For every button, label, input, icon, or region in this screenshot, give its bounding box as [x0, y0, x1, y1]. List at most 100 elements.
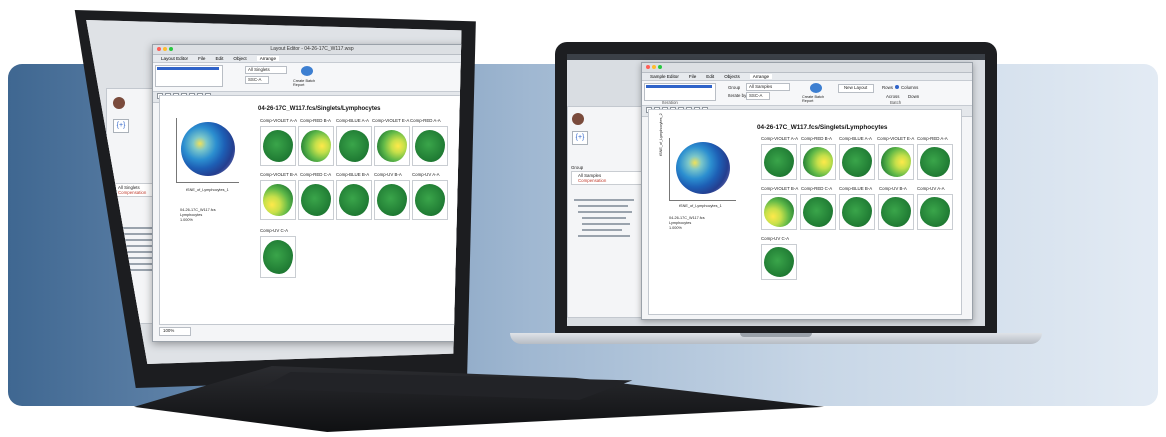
panel-label: Comp-RED B-A — [801, 136, 832, 141]
plot-panel[interactable] — [878, 194, 914, 230]
plot-panel[interactable] — [800, 144, 836, 180]
tree-item-compensation[interactable]: Compensation — [578, 178, 606, 183]
plot-panel[interactable] — [761, 244, 797, 280]
group-label: Group — [728, 85, 741, 90]
tab-sample-editor[interactable]: Sample Editor — [650, 74, 679, 79]
zoom-icon[interactable] — [658, 65, 662, 69]
tab-file[interactable]: File — [689, 74, 696, 79]
layout-page: 04-26-17C_W117.fcs/Singlets/Lymphocytes … — [648, 109, 962, 315]
panel-label: Comp-VIOLET A-A — [761, 136, 799, 141]
zoom-icon[interactable] — [169, 47, 173, 51]
right-laptop-notch — [740, 333, 812, 337]
iterate-select[interactable]: SSC-A — [248, 77, 261, 82]
window-title: Layout Editor - 04-26-17C_W117.wsp — [270, 46, 354, 52]
plot-panel[interactable] — [298, 180, 334, 220]
panel-label: Comp-BLUE B-A — [336, 172, 370, 177]
plot-panel[interactable] — [800, 194, 836, 230]
panel-label: Comp-UV C-A — [260, 228, 289, 233]
section-label-batch: Batch — [890, 100, 902, 105]
panel-label: Comp-RED C-A — [801, 186, 833, 191]
plot-title: 04-26-17C_W117.fcs/Singlets/Lymphocytes — [757, 124, 888, 131]
columns-label[interactable]: Columns — [901, 85, 918, 90]
plot-panel[interactable] — [839, 144, 875, 180]
down-label[interactable]: Down — [908, 94, 919, 99]
tsne-plot[interactable] — [176, 118, 239, 183]
tab-object[interactable]: Object — [233, 56, 246, 61]
y-axis-label: tSNE_of_Lymphocytes_2 — [659, 113, 663, 156]
x-axis-label: tSNE_of_Lymphocytes_1 — [679, 204, 722, 208]
left-laptop-screen: {+} All Singlets Compensation Layout Edi… — [86, 20, 462, 364]
rows-radio[interactable] — [895, 85, 899, 89]
group-select[interactable]: All Samples — [749, 84, 772, 89]
plot-panel[interactable] — [260, 126, 296, 166]
layout-editor-window: Layout Editor - 04-26-17C_W117.wsp Layou… — [152, 44, 462, 342]
panel-label: Comp-RED C-A — [300, 172, 332, 177]
plot-panel[interactable] — [917, 144, 953, 180]
panel-label: Comp-RED A-A — [917, 136, 948, 141]
batch-report-icon[interactable] — [810, 83, 822, 93]
tsne-cluster — [181, 122, 235, 176]
tab-arrange[interactable]: Arrange — [256, 56, 280, 61]
plot-panel[interactable] — [839, 194, 875, 230]
panel-label: Comp-RED B-A — [300, 118, 331, 123]
tab-file[interactable]: File — [198, 56, 205, 61]
panel-label: Comp-UV B-A — [374, 172, 402, 177]
batch-report-icon[interactable] — [301, 66, 313, 76]
plot-panel[interactable] — [336, 126, 372, 166]
tab-layout-editor[interactable]: Layout Editor — [161, 56, 188, 61]
ribbon-tabs: Layout Editor File Edit Object Arrange — [153, 55, 462, 63]
panel-label: Comp-UV B-A — [879, 186, 907, 191]
iterate-select[interactable]: SSC-A — [749, 93, 762, 98]
plot-panel[interactable] — [336, 180, 372, 220]
plot-panel[interactable] — [412, 180, 448, 220]
plot-panel[interactable] — [878, 144, 914, 180]
section-label: Iteration — [662, 100, 678, 105]
tab-objects[interactable]: Objects — [724, 74, 740, 79]
panel-label: Comp-UV A-A — [917, 186, 945, 191]
plot-panel[interactable] — [298, 126, 334, 166]
selected-layout-row[interactable] — [646, 85, 712, 88]
batch-report-label[interactable]: Create Batch Report — [802, 95, 832, 103]
panel-label: Comp-RED A-A — [410, 118, 441, 123]
panel-label: Comp-BLUE B-A — [839, 186, 873, 191]
minimize-icon[interactable] — [163, 47, 167, 51]
group-select[interactable]: All Singlets — [248, 67, 270, 72]
new-layout-button[interactable]: New Layout — [844, 85, 867, 90]
window-titlebar — [642, 63, 972, 73]
plot-panel[interactable] — [260, 180, 296, 220]
close-icon[interactable] — [157, 47, 161, 51]
panel-label: Comp-VIOLET B-A — [260, 172, 298, 177]
plot-panel[interactable] — [374, 180, 410, 220]
plot-panel[interactable] — [761, 194, 797, 230]
equation-icon[interactable]: {+} — [113, 119, 129, 133]
tsne-plot[interactable] — [669, 138, 736, 201]
layout-list[interactable] — [644, 83, 716, 101]
avatar — [113, 97, 125, 109]
plot-panel[interactable] — [761, 144, 797, 180]
tab-edit[interactable]: Edit — [706, 74, 714, 79]
plot-panel[interactable] — [412, 126, 448, 166]
tab-arrange[interactable]: Arrange — [749, 74, 773, 79]
layout-editor-window: Sample Editor File Edit Objects Arrange … — [641, 62, 973, 320]
caption-percent: 1.000% — [669, 226, 682, 230]
plot-panel[interactable] — [260, 236, 296, 278]
panel-label: Comp-VIOLET E-A — [877, 136, 915, 141]
close-icon[interactable] — [646, 65, 650, 69]
minimize-icon[interactable] — [652, 65, 656, 69]
caption-percent: 1.000% — [180, 218, 193, 222]
layout-list[interactable] — [155, 65, 223, 87]
plot-panel[interactable] — [917, 194, 953, 230]
panel-label: Comp-UV A-A — [412, 172, 440, 177]
tree-item-compensation[interactable]: Compensation — [118, 190, 146, 195]
panel-label: Comp-UV C-A — [761, 236, 790, 241]
caption-population: Lymphocytes — [669, 221, 692, 225]
group-header: Group — [571, 165, 584, 170]
equation-icon[interactable]: {+} — [572, 131, 588, 145]
ribbon-tabs: Sample Editor File Edit Objects Arrange — [642, 73, 972, 81]
selected-layout-row[interactable] — [157, 67, 219, 70]
plot-panel[interactable] — [374, 126, 410, 166]
across-label[interactable]: Across — [886, 94, 899, 99]
zoom-select[interactable]: 100% — [159, 327, 191, 336]
batch-report-label[interactable]: Create Batch Report — [293, 79, 321, 87]
tab-edit[interactable]: Edit — [215, 56, 223, 61]
